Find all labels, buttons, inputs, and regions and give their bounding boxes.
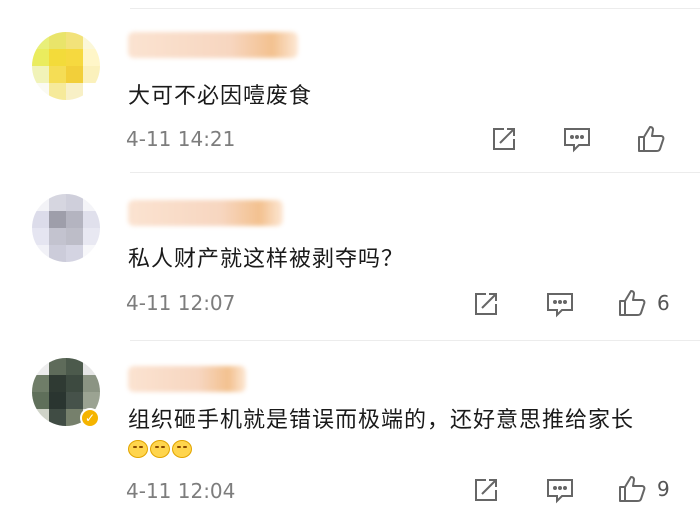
comment-text: 组织砸手机就是错误而极端的，还好意思推给家长 [128, 408, 635, 433]
like-button[interactable]: 9 [617, 474, 670, 504]
like-button[interactable]: 6 [617, 288, 670, 318]
comment-time: 4-11 12:07 [126, 291, 236, 315]
top-divider [130, 8, 700, 9]
grimace-emoji [172, 440, 192, 458]
like-count: 9 [657, 477, 670, 501]
divider [130, 172, 700, 173]
grimace-emoji [128, 440, 148, 458]
comment-icon [547, 479, 573, 504]
username-blurred[interactable] [128, 200, 283, 226]
avatar[interactable] [32, 32, 100, 100]
thumbs-up-icon [619, 290, 646, 316]
username-blurred[interactable] [128, 32, 298, 58]
comment-time: 4-11 12:04 [126, 479, 236, 503]
divider [130, 340, 700, 341]
comment-icon [564, 128, 590, 153]
reply-button[interactable] [545, 290, 575, 318]
avatar[interactable] [32, 194, 100, 262]
comment-text: 私人财产就这样被剥夺吗？ [128, 247, 405, 272]
reply-button[interactable] [545, 476, 575, 504]
share-button[interactable] [490, 125, 518, 153]
like-count: 6 [657, 291, 670, 315]
verified-badge: ✓ [80, 408, 100, 428]
emoji-row [128, 440, 192, 458]
share-button[interactable] [472, 476, 500, 504]
reply-button[interactable] [562, 125, 592, 153]
share-icon [475, 479, 497, 501]
share-icon [475, 293, 497, 315]
share-icon [493, 128, 515, 150]
grimace-emoji [150, 440, 170, 458]
thumbs-up-icon [619, 476, 646, 502]
thumbs-up-icon [638, 126, 665, 152]
comment-text: 大可不必因噎废食 [128, 84, 313, 109]
comment-time: 4-11 14:21 [126, 127, 236, 151]
like-button[interactable] [636, 124, 666, 154]
share-button[interactable] [472, 290, 500, 318]
comment-icon [547, 293, 573, 318]
username-blurred[interactable] [128, 366, 246, 392]
